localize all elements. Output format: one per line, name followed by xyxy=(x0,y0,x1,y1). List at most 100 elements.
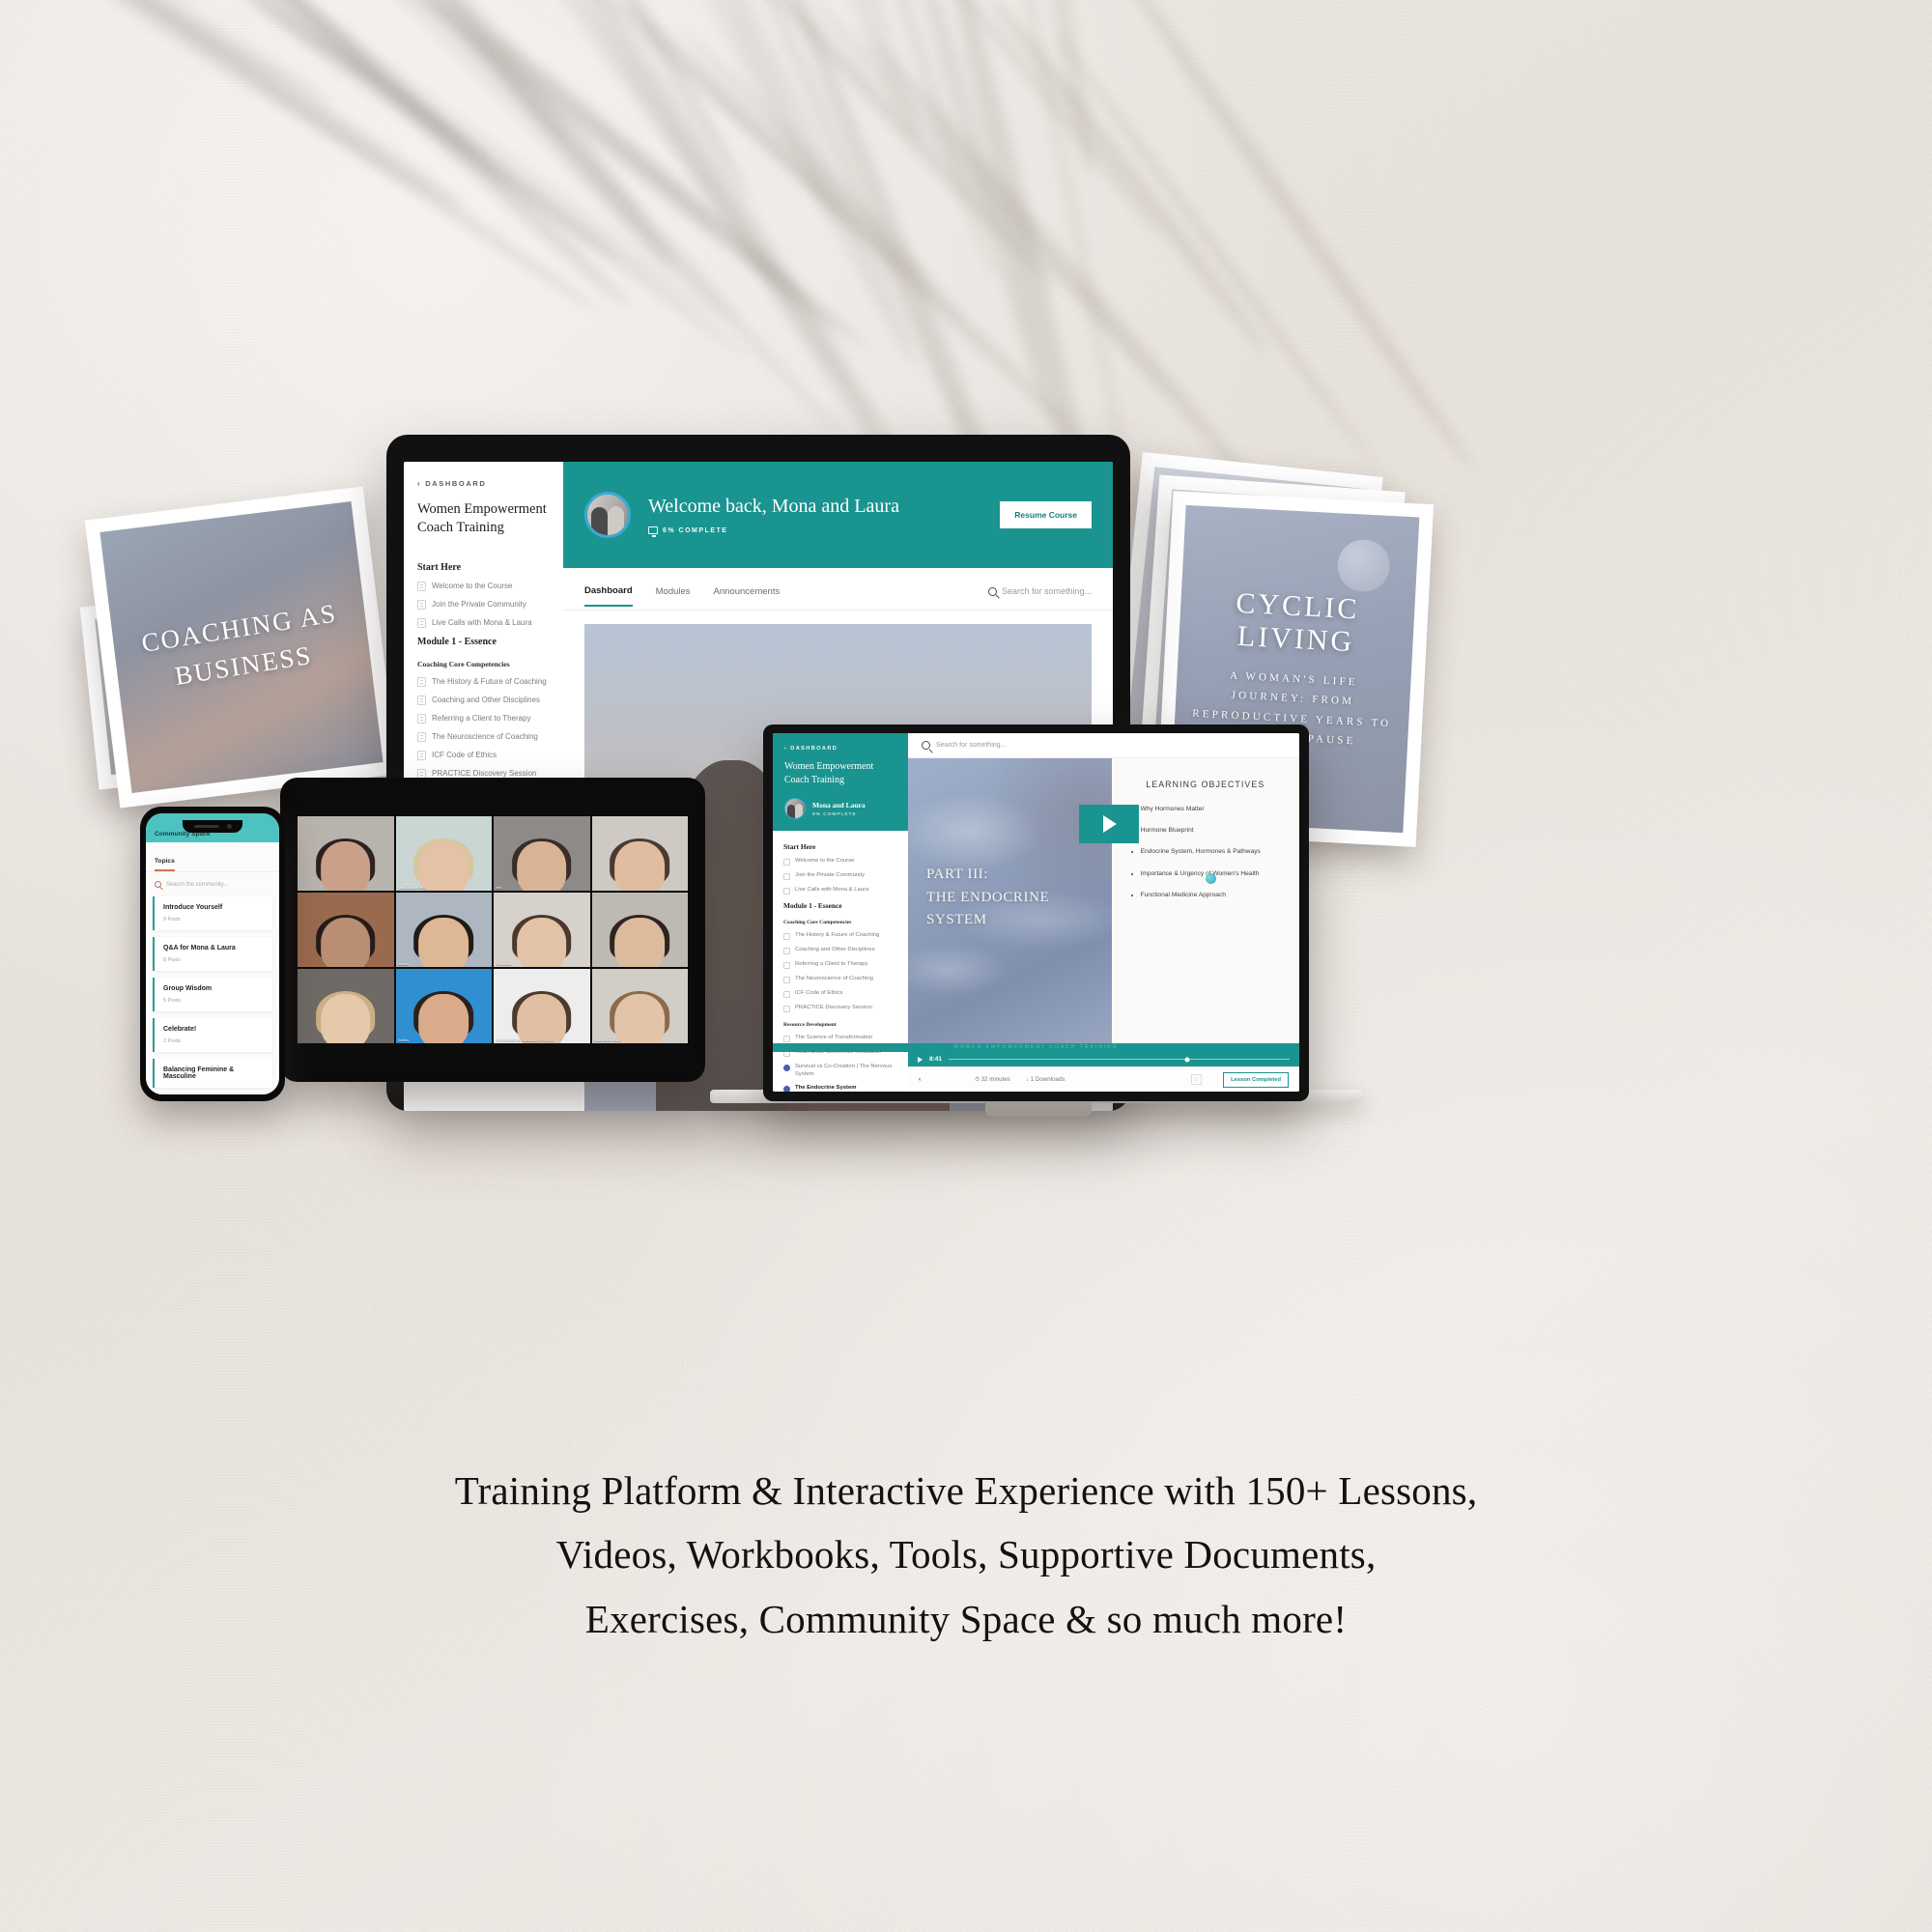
lesson-item[interactable]: The Science of Transformation xyxy=(783,1035,897,1042)
topic-title: Balancing Feminine & Masculine xyxy=(163,1066,235,1080)
lesson-item[interactable]: Referring a Client to Therapy xyxy=(783,961,897,969)
desktop-device: ‹ DASHBOARD Women Empowerment Coach Trai… xyxy=(763,724,1309,1101)
desktop-screen: ‹ DASHBOARD Women Empowerment Coach Trai… xyxy=(773,733,1299,1092)
lesson-item[interactable]: The Neuroscience of Coaching xyxy=(417,731,550,742)
document-icon xyxy=(783,858,790,866)
lesson-label: Welcome to the Course xyxy=(795,858,855,864)
lesson-completed-button[interactable]: Lesson Completed xyxy=(1223,1071,1289,1088)
objective-item: Functional Medicine Approach xyxy=(1141,891,1284,899)
call-participant-tile[interactable]: Alessia xyxy=(395,893,492,967)
breadcrumb[interactable]: ‹ DASHBOARD xyxy=(417,479,550,488)
lesson-item[interactable]: Welcome to the Course xyxy=(783,858,897,866)
lesson-item[interactable]: Coaching and Other Disciplines xyxy=(417,695,550,705)
lesson-item[interactable]: ICF Code of Ethics xyxy=(417,750,550,760)
downloads-label[interactable]: ↓ 1 Downloads xyxy=(1026,1076,1065,1083)
breadcrumb[interactable]: ‹ DASHBOARD xyxy=(784,746,896,752)
objective-item: Why Hormones Matter xyxy=(1141,805,1284,813)
topic-card[interactable]: Group Wisdom 5 Posts xyxy=(153,978,272,1011)
tablet-device: Laura van de Werd Info Alessia Francesca Mon… xyxy=(280,778,705,1082)
topic-card[interactable]: Balancing Feminine & Masculine xyxy=(153,1059,272,1088)
module-heading: Start Here xyxy=(417,561,462,573)
call-participant-tile[interactable]: Nadine Bergmann xyxy=(591,969,688,1043)
search-input[interactable]: Search for something... xyxy=(987,586,1092,605)
lesson-item[interactable]: Survival vs Co-Creation | The Nervous Sy… xyxy=(783,1064,897,1078)
call-participant-tile[interactable]: KUTSCHER-SALIBA Miriam (VCA-NL) xyxy=(494,969,590,1043)
welcome-greeting: Welcome back, Mona and Laura xyxy=(648,496,899,517)
user-block[interactable]: Mona and Laura 6% COMPLETE xyxy=(784,798,896,819)
document-icon xyxy=(783,976,790,983)
play-icon[interactable] xyxy=(918,1056,923,1063)
lesson-item[interactable]: Live Calls with Mona & Laura xyxy=(783,887,897,895)
assignment-icon xyxy=(417,676,426,687)
topic-card[interactable]: Introduce Yourself 9 Posts xyxy=(153,896,272,930)
resume-course-button[interactable]: Resume Course xyxy=(1000,501,1092,528)
topic-post-count: 2 Posts xyxy=(163,1038,181,1044)
phone-device: Community Space Topics Search the commun… xyxy=(140,807,285,1101)
call-participant-tile[interactable]: Francesca xyxy=(494,893,590,967)
lesson-subheading: Coaching Core Competencies xyxy=(417,659,510,668)
document-icon xyxy=(783,872,790,880)
lesson-item[interactable]: Referring a Client to Therapy xyxy=(417,713,550,724)
lesson-item[interactable]: Join the Private Community xyxy=(417,599,550,610)
document-icon xyxy=(783,961,790,969)
participant-face xyxy=(516,841,567,891)
community-search-input[interactable]: Search the community... xyxy=(146,872,279,896)
lesson-label: Live Calls with Mona & Laura xyxy=(432,617,532,627)
lesson-item[interactable]: The Neuroscience of Coaching xyxy=(783,976,897,983)
lesson-label: The History & Future of Coaching xyxy=(432,676,547,686)
lesson-label: The Science of Transformation xyxy=(795,1035,873,1040)
progress-label: 6% COMPLETE xyxy=(663,526,728,534)
video-scrubber[interactable] xyxy=(949,1057,1290,1062)
module-heading: Start Here xyxy=(783,842,816,851)
topic-card[interactable]: Q&A for Mona & Laura 8 Posts xyxy=(153,937,272,971)
avatar xyxy=(784,798,806,819)
phone-tab-bar: Topics xyxy=(146,842,279,872)
phone-screen: Community Space Topics Search the commun… xyxy=(146,813,279,1094)
tab-announcements[interactable]: Announcements xyxy=(714,586,781,606)
participant-name: Francesca xyxy=(496,962,512,966)
topic-card[interactable]: Celebrate! 2 Posts xyxy=(153,1018,272,1052)
document-icon xyxy=(417,599,426,610)
document-icon xyxy=(783,990,790,998)
topic-post-count: 9 Posts xyxy=(163,917,181,923)
call-participant-tile[interactable]: Laura van de Werd xyxy=(395,816,492,891)
monitor-icon xyxy=(648,526,658,537)
participant-face xyxy=(516,918,567,967)
tablet-screen: Laura van de Werd Info Alessia Francesca Mon… xyxy=(294,789,692,1070)
lesson-item[interactable]: The History & Future of Coaching xyxy=(783,932,897,940)
document-icon xyxy=(417,713,426,724)
search-input[interactable]: Search for something... xyxy=(908,733,1299,758)
call-participant-tile[interactable]: Monika xyxy=(395,969,492,1043)
tab-topics[interactable]: Topics xyxy=(155,858,175,871)
assignment-icon xyxy=(783,1005,790,1012)
lesson-item[interactable]: Join the Private Community xyxy=(783,872,897,880)
video-player-bar[interactable]: 8:41 xyxy=(908,1052,1299,1066)
lesson-label: Join the Private Community xyxy=(432,599,526,609)
participant-face xyxy=(418,841,469,891)
lesson-item[interactable]: PRACTICE Discovery Session xyxy=(783,1005,897,1012)
desktop-course-sidebar: ‹ DASHBOARD Women Empowerment Coach Trai… xyxy=(773,733,908,1092)
favorite-star-icon[interactable]: ☆ xyxy=(1191,1074,1203,1085)
lesson-label: The Neuroscience of Coaching xyxy=(432,731,538,741)
document-icon xyxy=(783,1035,790,1042)
lesson-item[interactable]: The Endocrine System xyxy=(783,1085,897,1092)
back-button[interactable]: ‹ xyxy=(919,1076,921,1083)
play-button[interactable] xyxy=(1078,805,1139,843)
call-participant-tile[interactable] xyxy=(298,969,394,1043)
slide-line2: THE ENDOCRINE xyxy=(925,889,1050,905)
call-participant-tile[interactable] xyxy=(298,816,394,891)
search-icon xyxy=(922,741,930,750)
call-participant-tile[interactable]: Info xyxy=(494,816,590,891)
tab-modules[interactable]: Modules xyxy=(656,586,691,606)
lesson-item[interactable]: Coaching and Other Disciplines xyxy=(783,947,897,954)
call-participant-tile[interactable] xyxy=(591,893,688,967)
lesson-item[interactable]: The History & Future of Coaching xyxy=(417,676,550,687)
lesson-item[interactable]: Live Calls with Mona & Laura xyxy=(417,617,550,628)
tab-dashboard[interactable]: Dashboard xyxy=(584,585,633,607)
scrubber-knob[interactable] xyxy=(1184,1057,1190,1062)
call-participant-tile[interactable] xyxy=(298,893,394,967)
lesson-item[interactable]: ICF Code of Ethics xyxy=(783,990,897,998)
video-icon xyxy=(783,1064,790,1071)
call-participant-tile[interactable] xyxy=(591,816,688,891)
lesson-item[interactable]: Welcome to the Course xyxy=(417,581,550,591)
